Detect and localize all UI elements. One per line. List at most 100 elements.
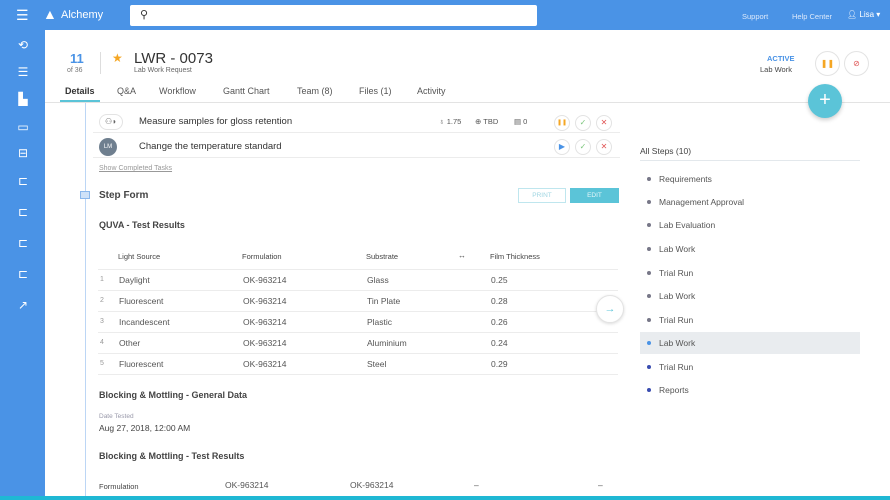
step-item[interactable]: Lab Work [640, 238, 860, 260]
record-total: of 36 [67, 67, 83, 74]
record-index: 11 [70, 51, 84, 66]
step-label: Lab Work [659, 338, 696, 348]
complete-task-button[interactable]: ✓ [575, 139, 591, 155]
pause-button[interactable]: ❚❚ [815, 51, 840, 76]
status-dot-icon [647, 294, 651, 298]
step-label: Trial Run [659, 268, 694, 278]
status-dot-icon [647, 318, 651, 322]
start-task-button[interactable]: ▶ [554, 139, 570, 155]
folder-icon[interactable]: ⊏ [14, 174, 32, 188]
step-item[interactable]: Management Approval [640, 191, 860, 213]
table-cell: OK-963214 [243, 359, 287, 369]
table-cell: 0.26 [491, 317, 508, 327]
tab-team[interactable]: Team (8) [297, 86, 333, 96]
print-button[interactable]: PRINT [518, 188, 566, 203]
cancel-button[interactable]: ⊘ [844, 51, 869, 76]
row-number: 2 [100, 297, 104, 304]
tab-gantt-chart[interactable]: Gantt Chart [223, 86, 270, 96]
step-item[interactable]: Lab Work [640, 285, 860, 307]
show-completed-link[interactable]: Show Completed Tasks [99, 165, 172, 172]
chart-icon[interactable]: ↗ [14, 298, 32, 312]
step-item[interactable]: Trial Run [640, 262, 860, 284]
record-subtitle: Lab Work Request [134, 67, 192, 74]
column-header: Light Source [118, 252, 161, 261]
reject-task-button[interactable]: ✕ [596, 115, 612, 131]
divider [98, 269, 618, 270]
assign-icon[interactable]: ⚇◗ [99, 114, 123, 130]
divider [98, 311, 618, 312]
help-center-link[interactable]: Help Center [792, 12, 832, 21]
avatar: LM [99, 138, 117, 156]
folder-icon[interactable]: ⊏ [14, 236, 32, 250]
status-dot-icon [647, 365, 651, 369]
table-cell: Fluorescent [119, 296, 164, 306]
status-dot-icon [647, 223, 651, 227]
id-card-icon[interactable]: ▭ [14, 120, 32, 134]
cell-value: OK-963214 [350, 480, 394, 490]
user-menu[interactable]: 👤︎ Lisa ▾ [847, 10, 880, 19]
step-label: Lab Evaluation [659, 220, 716, 230]
row-number: 4 [100, 339, 104, 346]
all-steps-title: All Steps (10) [640, 146, 692, 156]
column-header: Film Thickness [490, 252, 540, 261]
step-item[interactable]: Lab Work [640, 332, 860, 354]
row-number: 5 [100, 360, 104, 367]
tab-workflow[interactable]: Workflow [159, 86, 196, 96]
scroll-right-button[interactable]: → [596, 295, 624, 323]
step-item[interactable]: Trial Run [640, 356, 860, 378]
bottom-bar [0, 496, 890, 500]
checklist-icon[interactable]: ☰ [14, 65, 32, 79]
reject-task-button[interactable]: ✕ [596, 139, 612, 155]
header-divider [45, 102, 890, 103]
stage-label: Lab Work [760, 65, 792, 74]
table-cell: Other [119, 338, 141, 348]
archive-icon[interactable]: ⊟ [14, 146, 32, 160]
resize-column-icon[interactable]: ↔ [458, 251, 466, 260]
search-input[interactable]: ⚲ [130, 5, 537, 26]
user-name: Lisa [859, 10, 875, 19]
star-icon[interactable]: ★ [112, 51, 123, 65]
step-item[interactable]: Reports [640, 379, 860, 401]
tab-qa[interactable]: Q&A [117, 86, 136, 96]
task-title: Change the temperature standard [139, 141, 282, 152]
add-button[interactable]: + [808, 84, 842, 118]
table-cell: Incandescent [119, 317, 170, 327]
due-icon: ⊕ TBD [475, 117, 499, 126]
pause-task-button[interactable]: ❚❚ [554, 115, 570, 131]
task-row[interactable]: ⚇◗ Measure samples for gloss retention ♁… [93, 112, 620, 133]
alchemy-logo-icon: ▲ [43, 6, 57, 22]
timeline-line [85, 103, 86, 496]
support-link[interactable]: Support [742, 12, 768, 21]
table-cell: Tin Plate [367, 296, 401, 306]
row-number: 1 [100, 276, 104, 283]
complete-task-button[interactable]: ✓ [575, 115, 591, 131]
step-item[interactable]: Lab Evaluation [640, 214, 860, 236]
edit-button[interactable]: EDIT [570, 188, 619, 203]
row-number: 3 [100, 318, 104, 325]
table-cell: OK-963214 [243, 296, 287, 306]
divider [98, 353, 618, 354]
menu-icon[interactable]: ☰ [16, 7, 29, 24]
tab-details[interactable]: Details [65, 86, 95, 96]
status-dot-icon [647, 341, 651, 345]
step-item[interactable]: Trial Run [640, 309, 860, 331]
tab-files[interactable]: Files (1) [359, 86, 392, 96]
record-title: LWR - 0073 [134, 50, 213, 67]
tab-activity[interactable]: Activity [417, 86, 446, 96]
task-row[interactable]: LM Change the temperature standard ▶ ✓ ✕ [93, 136, 620, 158]
step-item[interactable]: Requirements [640, 168, 860, 190]
folder-icon[interactable]: ⊏ [14, 267, 32, 281]
history-icon[interactable]: ⟲ [14, 38, 32, 52]
comment-icon: ▤ 0 [514, 117, 528, 126]
blocking-results-title: Blocking & Mottling - Test Results [99, 451, 245, 461]
quva-title: QUVA - Test Results [99, 220, 185, 230]
row-label: Formulation [99, 482, 139, 491]
table-cell: 0.28 [491, 296, 508, 306]
table-cell: Plastic [367, 317, 393, 327]
cell-value: OK-963214 [225, 480, 269, 490]
folder-icon[interactable]: ⊏ [14, 205, 32, 219]
step-label: Lab Work [659, 244, 696, 254]
factory-icon[interactable]: ▙ [14, 92, 32, 106]
step-label: Lab Work [659, 291, 696, 301]
divider [100, 52, 101, 74]
